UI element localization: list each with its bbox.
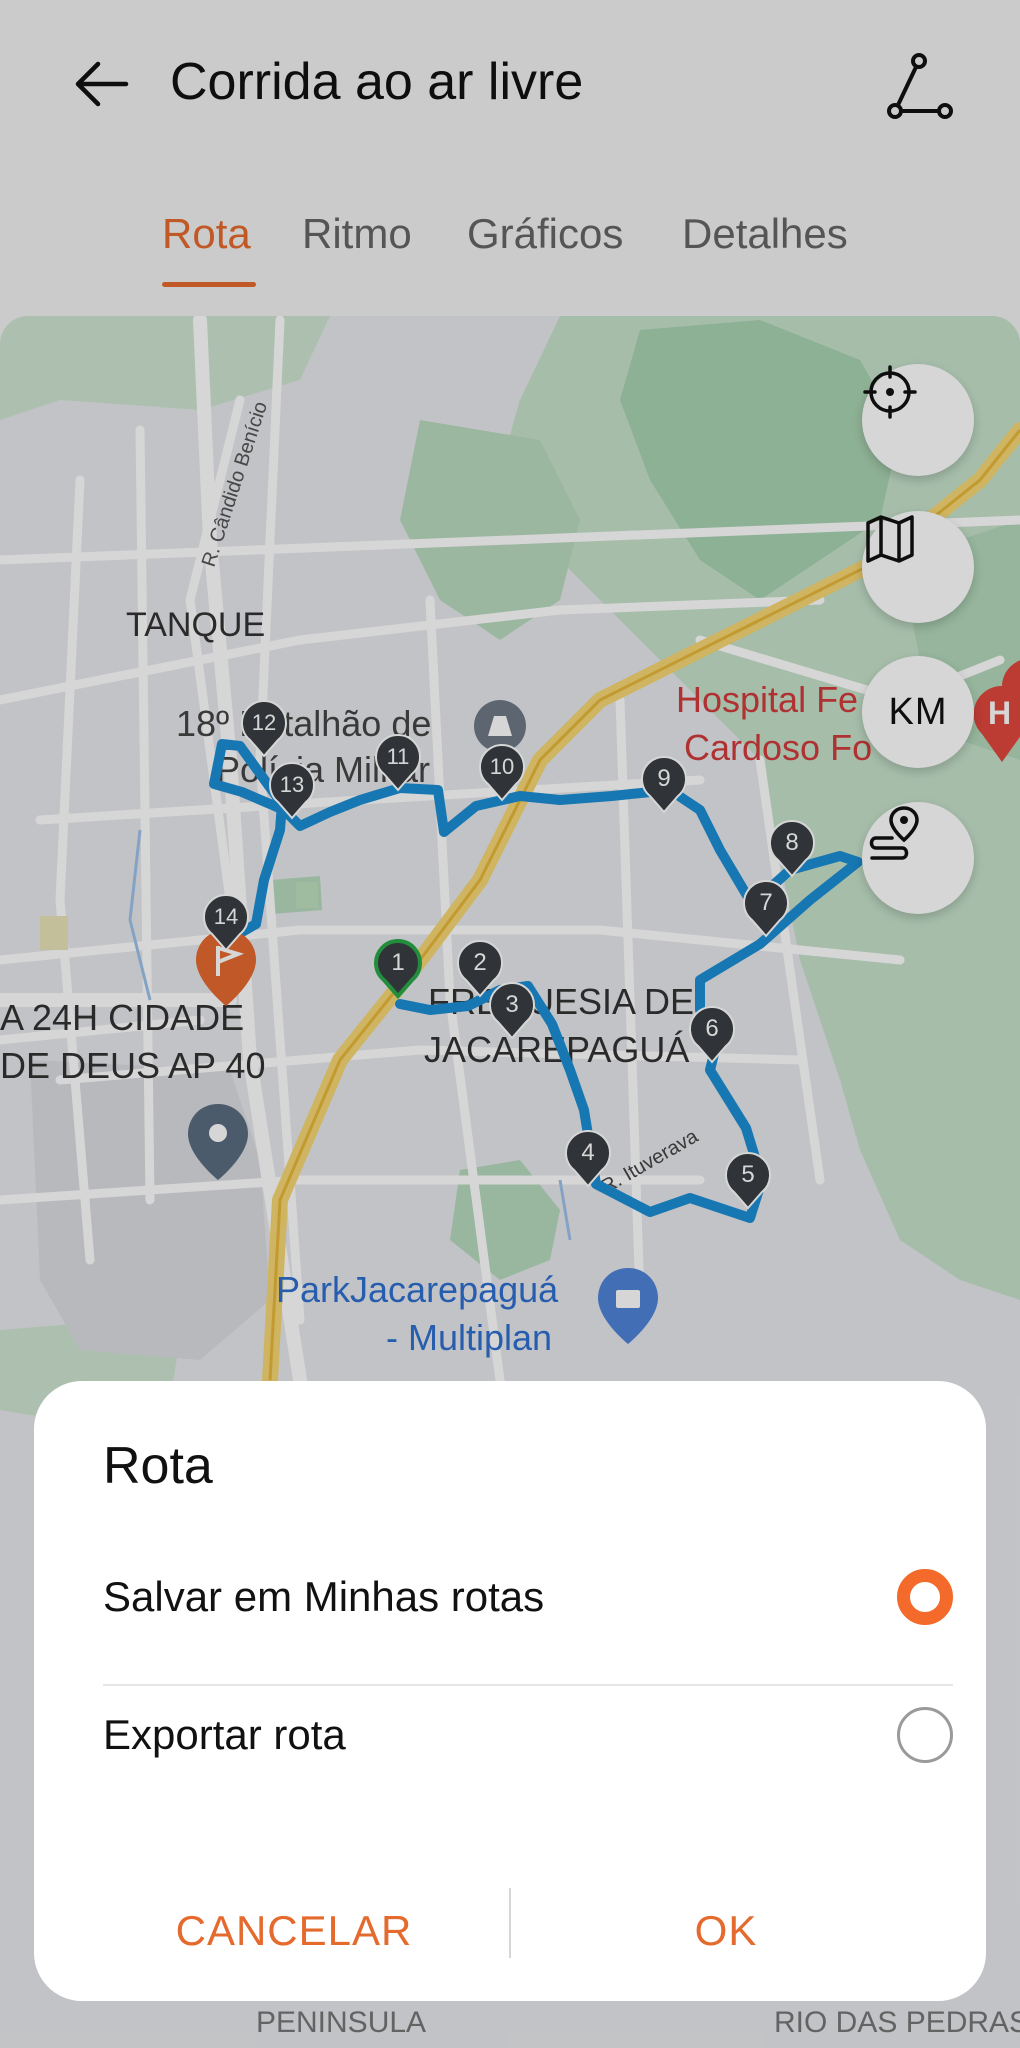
ok-button[interactable]: OK bbox=[526, 1891, 926, 1971]
option-export-route[interactable]: Exportar rota bbox=[103, 1681, 953, 1791]
radio-save-selected[interactable] bbox=[897, 1569, 953, 1625]
option-save-label: Salvar em Minhas rotas bbox=[103, 1573, 545, 1620]
radio-export[interactable] bbox=[897, 1707, 953, 1763]
route-dialog: Rota Salvar em Minhas rotas Exportar rot… bbox=[34, 1381, 986, 2001]
cancel-button[interactable]: CANCELAR bbox=[94, 1891, 494, 1971]
dialog-title: Rota bbox=[103, 1437, 213, 1495]
option-export-label: Exportar rota bbox=[103, 1711, 346, 1758]
button-divider bbox=[509, 1888, 511, 1958]
option-save-my-routes[interactable]: Salvar em Minhas rotas bbox=[103, 1543, 953, 1653]
